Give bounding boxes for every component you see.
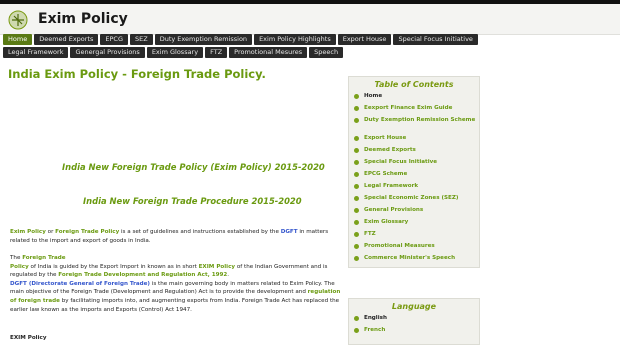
toc-item-label: EPCG Scheme	[364, 171, 408, 177]
bullet-icon	[354, 136, 359, 141]
dgft-full-link[interactable]: DGFT (Directorate General of Foreign Tra…	[10, 281, 150, 287]
toc-item-label: Legal Framework	[364, 183, 419, 189]
language-french[interactable]: French	[349, 327, 479, 339]
policy-heading: India New Foreign Trade Policy (Exim Pol…	[62, 162, 325, 172]
exim-policy-link[interactable]: Exim Policy	[10, 229, 46, 235]
exim-policy-link-2[interactable]: EXIM Policy	[199, 264, 235, 270]
toc-item-label: Export House	[364, 135, 407, 141]
text: The	[10, 255, 23, 261]
nav-tab-sez[interactable]: SEZ	[130, 34, 153, 45]
table-of-contents: Table of Contents Home Eexport Finance E…	[348, 76, 480, 268]
toc-title: Table of Contents	[374, 80, 454, 89]
nav-tab-speech[interactable]: Speech	[309, 47, 344, 58]
nav-tab-exim-highlights[interactable]: Exim Policy Highlights	[254, 34, 336, 45]
bullet-icon	[354, 118, 359, 123]
language-box: Language English French	[348, 298, 480, 345]
nav-tab-home[interactable]: Home	[3, 34, 33, 45]
toc-item-exim-glossary[interactable]: Exim Glossary	[349, 219, 479, 231]
bullet-icon	[354, 196, 359, 201]
text: by facilitating imports into, and augmen…	[10, 297, 340, 313]
exim-policy-subheading: EXIM Policy	[10, 335, 47, 341]
intro-paragraph: Exim Policy or Foreign Trade Policy is a…	[10, 228, 346, 245]
nav-tab-exim-glossary[interactable]: Exim Glossary	[146, 47, 204, 58]
toc-item-label: Duty Exemption Remission Scheme	[364, 117, 476, 123]
nav-tab-legal-framework[interactable]: Legal Framework	[3, 47, 69, 58]
bullet-icon	[354, 244, 359, 249]
bullet-icon	[354, 184, 359, 189]
toc-item-epcg[interactable]: EPCG Scheme	[349, 171, 479, 183]
details-paragraph: The Foreign Trade Policy of India is gui…	[10, 254, 346, 314]
procedure-heading: India New Foreign Trade Procedure 2015-2…	[83, 196, 302, 206]
site-logo-icon	[8, 10, 28, 30]
nav-tab-general-provisions[interactable]: Genergal Provisions	[70, 47, 145, 58]
language-label: English	[364, 315, 387, 321]
foreign-trade-link[interactable]: Foreign Trade	[22, 255, 65, 261]
toc-item-label: Exim Glossary	[364, 219, 409, 225]
toc-item-label: Special Economic Zones (SEZ)	[364, 195, 459, 201]
language-title: Language	[391, 302, 437, 311]
main-nav-row-2: Legal Framework Genergal Provisions Exim…	[3, 47, 617, 58]
text: .	[227, 272, 230, 279]
toc-item-speech[interactable]: Commerce Minister's Speech	[349, 255, 479, 267]
toc-item-export-house[interactable]: Export House	[349, 135, 479, 147]
ftdr-act-link[interactable]: Foreign Trade Development and Regulation…	[58, 272, 227, 278]
toc-item-sez[interactable]: Special Economic Zones (SEZ)	[349, 195, 479, 207]
nav-tab-deemed-exports[interactable]: Deemed Exports	[34, 34, 99, 45]
site-header: Exim Policy	[0, 4, 620, 35]
nav-tab-promotional[interactable]: Promotional Mesures	[229, 47, 308, 58]
toc-item-label: Promotional Measures	[364, 243, 435, 249]
bullet-icon	[354, 106, 359, 111]
toc-item-label: General Provisions	[364, 207, 424, 213]
toc-item-ftz[interactable]: FTZ	[349, 231, 479, 243]
toc-item-label: Deemed Exports	[364, 147, 416, 153]
dgft-link[interactable]: DGFT	[281, 229, 298, 235]
site-title: Exim Policy	[38, 11, 128, 27]
policy-link[interactable]: Policy	[10, 264, 29, 270]
bullet-icon	[354, 232, 359, 237]
toc-item-duty-exemption[interactable]: Duty Exemption Remission Scheme	[349, 117, 479, 135]
toc-item-home[interactable]: Home	[349, 93, 479, 105]
toc-item-export-finance[interactable]: Eexport Finance Exim Guide	[349, 105, 479, 117]
bullet-icon	[354, 172, 359, 177]
toc-item-label: Home	[364, 93, 383, 99]
toc-item-general-provisions[interactable]: General Provisions	[349, 207, 479, 219]
toc-item-label: Eexport Finance Exim Guide	[364, 105, 453, 111]
toc-item-deemed-exports[interactable]: Deemed Exports	[349, 147, 479, 159]
bullet-icon	[354, 316, 359, 321]
text: of India is guided by the Export Import …	[28, 263, 199, 270]
bullet-icon	[354, 220, 359, 225]
bullet-icon	[354, 148, 359, 153]
toc-item-label: Commerce Minister's Speech	[364, 255, 456, 261]
main-nav-row-1: Home Deemed Exports EPCG SEZ Duty Exempt…	[3, 34, 617, 45]
toc-item-legal-framework[interactable]: Legal Framework	[349, 183, 479, 195]
bullet-icon	[354, 328, 359, 333]
bullet-icon	[354, 256, 359, 261]
bullet-icon	[354, 208, 359, 213]
text: or	[45, 229, 56, 235]
foreign-trade-policy-link[interactable]: Foreign Trade Policy	[55, 229, 119, 235]
bullet-icon	[354, 160, 359, 165]
nav-tab-epcg[interactable]: EPCG	[100, 34, 129, 45]
bullet-icon	[354, 94, 359, 99]
nav-tab-ftz[interactable]: FTZ	[205, 47, 228, 58]
toc-item-special-focus[interactable]: Special Focus Initiative	[349, 159, 479, 171]
language-label: French	[364, 327, 386, 333]
toc-item-label: FTZ	[364, 231, 376, 237]
toc-item-promotional[interactable]: Promotional Measures	[349, 243, 479, 255]
nav-tab-export-house[interactable]: Export House	[337, 34, 392, 45]
nav-tab-special-focus[interactable]: Special Focus Initiative	[393, 34, 478, 45]
nav-tab-duty-exemption[interactable]: Duty Exemption Remission	[154, 34, 253, 45]
page-title: India Exim Policy - Foreign Trade Policy…	[8, 67, 266, 81]
toc-item-label: Special Focus Initiative	[364, 159, 438, 165]
language-english[interactable]: English	[349, 315, 479, 327]
text: is a set of guidelines and instructions …	[119, 229, 281, 235]
